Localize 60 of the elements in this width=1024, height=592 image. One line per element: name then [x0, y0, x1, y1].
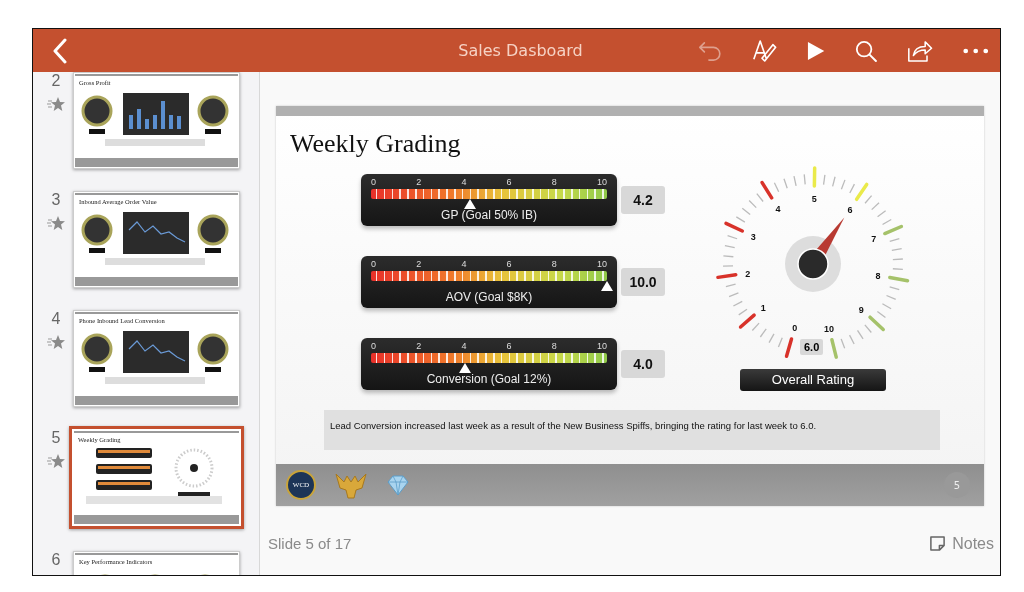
share-icon[interactable]	[907, 38, 933, 63]
slide-number: 3	[51, 191, 61, 209]
transition-star-icon	[47, 334, 65, 350]
dial-number: 2	[745, 269, 751, 280]
play-icon[interactable]	[807, 39, 826, 62]
scale-label: 4	[461, 176, 467, 189]
dial-number: 4	[775, 204, 781, 215]
dial-number: 10	[823, 324, 834, 335]
dial-number: 1	[760, 303, 766, 314]
diamond-icon	[386, 474, 410, 496]
scale-label: 2	[416, 258, 422, 271]
dial-hub	[797, 248, 829, 280]
scale-label: 8	[551, 176, 557, 189]
meter-reading: 4.0	[621, 350, 665, 378]
dial-number: 3	[750, 232, 756, 243]
overall-rating-label: Overall Rating	[740, 369, 886, 391]
scale-label: 10	[596, 340, 607, 353]
scale-label: 0	[371, 176, 376, 189]
scale-label: 10	[596, 258, 607, 271]
scale-label: 8	[551, 340, 557, 353]
dial-number: 8	[875, 271, 881, 282]
back-icon[interactable]	[53, 37, 67, 64]
dial-number: 5	[811, 194, 817, 204]
scale-label: 8	[551, 258, 557, 271]
slide-number: 4	[51, 310, 61, 328]
meter-label: GP (Goal 50% IB)	[440, 208, 538, 222]
scale-label: 10	[596, 176, 607, 189]
meter-reading: 4.2	[621, 186, 665, 214]
dial-reading: 6.0	[800, 339, 824, 355]
scale-label: 4	[461, 340, 467, 353]
transition-star-icon	[47, 453, 65, 469]
meter-reading: 10.0	[621, 268, 665, 296]
dial-number: 9	[858, 305, 864, 315]
text-edit-pen-icon[interactable]	[751, 37, 778, 64]
scale-label: 0	[371, 258, 376, 271]
slide-title: Weekly Grading	[289, 128, 462, 160]
meter-label: AOV (Goal $8K)	[444, 290, 534, 304]
note-icon	[929, 535, 947, 552]
transition-star-icon	[47, 96, 65, 112]
scale-label: 2	[416, 176, 422, 189]
scale-label: 2	[416, 340, 422, 353]
search-icon[interactable]	[855, 38, 878, 63]
slide-number: 2	[51, 72, 61, 90]
meter-label: Conversion (Goal 12%)	[425, 372, 553, 386]
slide-position: Slide 5 of 17	[268, 535, 352, 552]
scale-label: 0	[371, 340, 376, 353]
page-number: 5	[944, 472, 970, 498]
document-title: Sales Dasboard	[457, 41, 584, 60]
slide-number: 6	[51, 551, 61, 569]
dial-number: 0	[792, 323, 798, 334]
scale-label: 4	[461, 258, 467, 271]
comment-text: Lead Conversion increased last week as a result of the New Business Spiffs, bringing the rating for last week to 6.0.	[330, 420, 817, 431]
slide-number: 5	[51, 429, 61, 447]
dial-number: 6	[847, 205, 853, 216]
transition-star-icon	[47, 215, 65, 231]
scale-label: 6	[506, 258, 512, 271]
scale-label: 6	[506, 340, 512, 353]
scale-label: 6	[506, 176, 512, 189]
dial-number: 7	[871, 234, 877, 245]
more-icon[interactable]	[962, 47, 988, 54]
